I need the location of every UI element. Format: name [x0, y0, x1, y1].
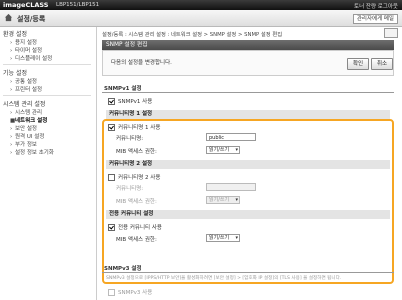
community2-name-label: 커뮤니티명: — [116, 186, 144, 192]
page-title: 설정/등록 — [17, 15, 46, 23]
edit-message: 다음의 설정을 변경합니다. — [111, 60, 172, 66]
dedicated-heading: 전용 커뮤니티 설정 — [106, 210, 390, 219]
breadcrumb: 설정/등록 : 시스템 관리 설정 : 네트워크 설정 > SNMP 설정 > … — [102, 32, 283, 38]
chevron-down-icon: ▾ — [235, 147, 238, 153]
snmpv3-note: SNMPv3 설정으로 [IPPS/HTTP 보안]을 활성화하려면 [보안 설… — [106, 276, 342, 281]
model-name: LBP151/LBP151 — [56, 1, 100, 8]
dedicated-access-select[interactable]: 읽기/쓰기 ▾ — [206, 234, 240, 242]
divider — [3, 95, 91, 96]
sidebar-item-system-mgmt[interactable]: › 시스템 관리 — [10, 108, 42, 116]
snmpv3-use-checkbox[interactable] — [108, 289, 115, 296]
sidebar-item-remote-ui[interactable]: › 원격 UI 설정 — [10, 132, 44, 140]
sidebar-item-display[interactable]: › 디스플레이 설정 — [10, 54, 52, 62]
community1-name-label: 커뮤니티명: — [116, 136, 144, 142]
community2-name-input[interactable] — [206, 183, 256, 191]
snmpv3-heading: SNMPv3 설정 — [104, 266, 142, 272]
snmpv1-heading: SNMPv1 설정 — [104, 86, 142, 92]
community1-access-label: MIB 액세스 권한: — [116, 149, 157, 155]
community2-heading: 커뮤니티명 2 설정 — [106, 160, 390, 169]
divider — [102, 272, 394, 273]
dedicated-use-checkbox[interactable] — [108, 224, 115, 231]
chevron-down-icon: ▾ — [235, 235, 238, 241]
community2-access-label: MIB 액세스 권한: — [116, 199, 157, 205]
community2-use-row[interactable]: 커뮤니티명 2 사용 — [108, 173, 160, 181]
community1-name-input[interactable]: public — [206, 133, 256, 141]
snmpv1-use-row[interactable]: SNMPv1 사용 — [108, 97, 152, 105]
sidebar-item-extra-info[interactable]: › 부가 정보 — [10, 140, 37, 148]
sidebar-item-common[interactable]: › 공통 설정 — [10, 77, 37, 85]
cancel-button[interactable]: 취소 — [371, 58, 393, 70]
sidebar-item-reset[interactable]: › 설정 정보 초기화 — [10, 148, 54, 156]
community1-use-row[interactable]: 커뮤니티명 1 사용 — [108, 123, 160, 131]
top-bar: imageCLASS LBP151/LBP151 토너 잔량 로그아웃 — [0, 0, 402, 10]
divider — [102, 92, 394, 93]
print-icon[interactable] — [384, 28, 398, 38]
sidebar-group-system[interactable]: 시스템 관리 설정 — [3, 99, 45, 108]
community1-heading: 커뮤니티명 1 설정 — [106, 110, 390, 119]
sidebar-group-env[interactable]: 환경 설정 — [3, 29, 27, 38]
chevron-down-icon: ▾ — [235, 197, 238, 203]
sidebar-item-printer[interactable]: › 프린터 설정 — [10, 85, 42, 93]
ok-button[interactable]: 확인 — [347, 58, 369, 70]
sidebar: 환경 설정 › 용지 설정 › 타이머 설정 › 디스플레이 설정 기능 설정 › 공통… — [0, 27, 97, 300]
edit-section-header: SNMP 설정 편집 — [102, 40, 394, 50]
snmpv3-use-row[interactable]: SNMPv3 사용 — [108, 288, 152, 296]
home-icon[interactable] — [4, 13, 13, 22]
mail-admin-button[interactable]: 관리자에게 메일 — [352, 14, 398, 24]
title-bar: 설정/등록 관리자에게 메일 — [0, 10, 402, 27]
community2-access-select[interactable]: 읽기/쓰기 ▾ — [206, 196, 240, 204]
sidebar-item-security[interactable]: › 보안 설정 — [10, 124, 37, 132]
dedicated-use-row[interactable]: 전용 커뮤니티 사용 — [108, 223, 162, 231]
community1-use-checkbox[interactable] — [108, 124, 115, 131]
dedicated-access-label: MIB 액세스 권한: — [116, 237, 157, 243]
divider — [3, 64, 91, 65]
main-content: 설정/등록 : 시스템 관리 설정 : 네트워크 설정 > SNMP 설정 > … — [98, 27, 402, 300]
sidebar-group-function[interactable]: 기능 설정 — [3, 68, 27, 77]
sidebar-item-paper[interactable]: › 용지 설정 — [10, 38, 37, 46]
top-links[interactable]: 토너 잔량 로그아웃 — [354, 2, 398, 10]
sidebar-item-network[interactable]: ■네트워크 설정 — [10, 116, 47, 124]
edit-panel: 다음의 설정을 변경합니다. 확인 취소 — [102, 50, 394, 76]
community1-access-select[interactable]: 읽기/쓰기 ▾ — [206, 146, 240, 154]
sidebar-item-timer[interactable]: › 타이머 설정 — [10, 46, 42, 54]
community2-use-checkbox[interactable] — [108, 174, 115, 181]
brand-logo: imageCLASS — [3, 1, 49, 9]
snmpv1-use-checkbox[interactable] — [108, 98, 115, 105]
